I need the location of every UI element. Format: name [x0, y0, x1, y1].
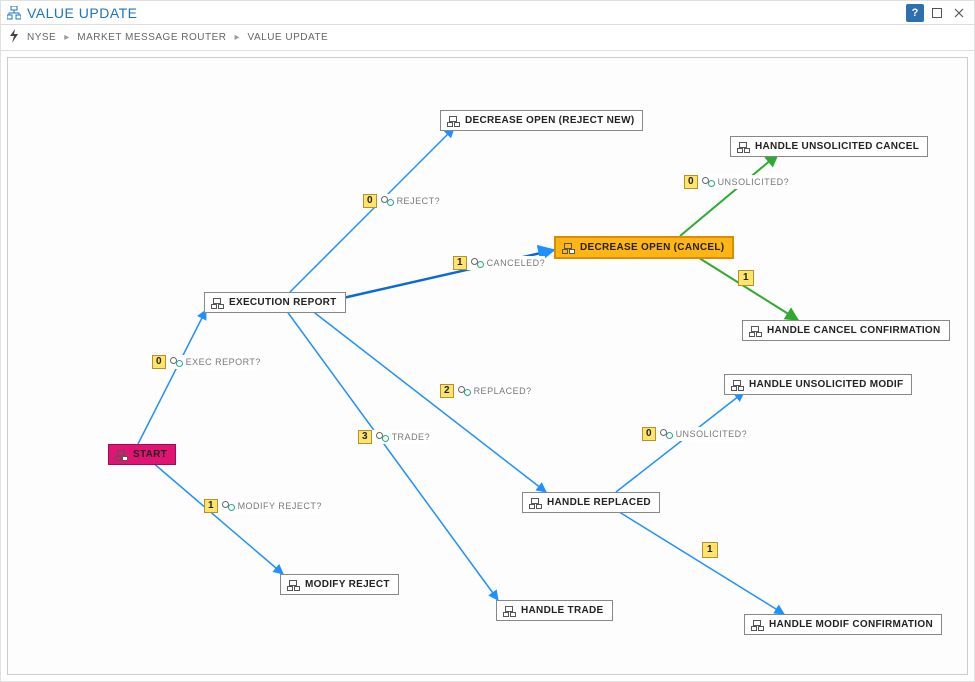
edge-label-reject[interactable]: 0 REJECT? — [363, 194, 440, 208]
node-icon — [211, 298, 223, 308]
edge-text: REJECT? — [397, 196, 441, 206]
node-icon — [115, 450, 127, 460]
node-icon — [562, 243, 574, 253]
node-label: HANDLE TRADE — [521, 605, 604, 616]
edge-index: 1 — [453, 256, 467, 270]
gear-icon — [702, 177, 714, 187]
tree-icon — [7, 6, 21, 20]
edge-label-unsolicited-cancel[interactable]: 0 UNSOLICITED? — [684, 175, 789, 189]
diagram-canvas[interactable]: START EXECUTION REPORT DECREASE OPEN (RE… — [7, 57, 968, 675]
gear-icon — [381, 196, 393, 206]
node-label: EXECUTION REPORT — [229, 297, 337, 308]
close-button[interactable] — [950, 4, 968, 22]
node-handle-unsolicited-modif[interactable]: HANDLE UNSOLICITED MODIF — [724, 374, 912, 395]
chevron-right-icon: ▸ — [235, 32, 240, 43]
chevron-right-icon: ▸ — [64, 32, 69, 43]
edge-index: 3 — [358, 430, 372, 444]
node-handle-cancel-confirmation[interactable]: HANDLE CANCEL CONFIRMATION — [742, 320, 950, 341]
node-decrease-open-cancel[interactable]: DECREASE OPEN (CANCEL) — [554, 236, 734, 259]
edge-index: 1 — [738, 270, 754, 286]
node-label: MODIFY REJECT — [305, 579, 390, 590]
node-label: HANDLE UNSOLICITED CANCEL — [755, 141, 919, 152]
window-title: VALUE UPDATE — [27, 5, 138, 21]
edge-label-trade[interactable]: 3 TRADE? — [358, 430, 430, 444]
gear-icon — [458, 386, 470, 396]
node-icon — [287, 580, 299, 590]
help-button[interactable]: ? — [906, 4, 924, 22]
edge-label-unsolicited-modif[interactable]: 0 UNSOLICITED? — [642, 427, 747, 441]
edge-text: UNSOLICITED? — [718, 177, 790, 187]
node-icon — [731, 380, 743, 390]
window-header: VALUE UPDATE ? — [1, 1, 974, 25]
gear-icon — [170, 357, 182, 367]
node-handle-modif-confirmation[interactable]: HANDLE MODIF CONFIRMATION — [744, 614, 942, 635]
breadcrumb-item[interactable]: NYSE — [27, 32, 56, 43]
node-handle-trade[interactable]: HANDLE TRADE — [496, 600, 613, 621]
edge-label-replaced[interactable]: 2 REPLACED? — [440, 384, 532, 398]
node-label: START — [133, 449, 167, 460]
breadcrumb-item[interactable]: VALUE UPDATE — [248, 32, 329, 43]
node-execution-report[interactable]: EXECUTION REPORT — [204, 292, 346, 313]
node-handle-unsolicited-cancel[interactable]: HANDLE UNSOLICITED CANCEL — [730, 136, 928, 157]
node-label: HANDLE UNSOLICITED MODIF — [749, 379, 903, 390]
node-handle-replaced[interactable]: HANDLE REPLACED — [522, 492, 660, 513]
gear-icon — [471, 258, 483, 268]
bolt-icon — [9, 29, 19, 46]
edge-text: CANCELED? — [487, 258, 546, 268]
edge-text: EXEC REPORT? — [186, 357, 261, 367]
node-icon — [749, 326, 761, 336]
edge-index: 0 — [363, 194, 377, 208]
gear-icon — [376, 432, 388, 442]
edge-text: TRADE? — [392, 432, 431, 442]
edge-label-cancel-conf[interactable]: 1 — [738, 270, 754, 286]
maximize-button[interactable] — [928, 4, 946, 22]
node-label: DECREASE OPEN (CANCEL) — [580, 242, 724, 253]
edge-label-modif-conf[interactable]: 1 — [702, 542, 718, 558]
edge-index: 2 — [440, 384, 454, 398]
edge-text: MODIFY REJECT? — [238, 501, 322, 511]
node-start[interactable]: START — [108, 444, 176, 465]
edge-text: REPLACED? — [474, 386, 532, 396]
node-label: DECREASE OPEN (REJECT NEW) — [465, 115, 634, 126]
gear-icon — [660, 429, 672, 439]
node-label: HANDLE CANCEL CONFIRMATION — [767, 325, 941, 336]
gear-icon — [222, 501, 234, 511]
breadcrumb: NYSE ▸ MARKET MESSAGE ROUTER ▸ VALUE UPD… — [1, 25, 974, 51]
edge-index: 1 — [702, 542, 718, 558]
edge-index: 0 — [642, 427, 656, 441]
node-icon — [737, 142, 749, 152]
node-label: HANDLE REPLACED — [547, 497, 651, 508]
node-decrease-open-reject[interactable]: DECREASE OPEN (REJECT NEW) — [440, 110, 643, 131]
node-label: HANDLE MODIF CONFIRMATION — [769, 619, 933, 630]
edge-index: 1 — [204, 499, 218, 513]
node-icon — [503, 606, 515, 616]
node-icon — [529, 498, 541, 508]
edge-index: 0 — [684, 175, 698, 189]
node-icon — [751, 620, 763, 630]
node-modify-reject[interactable]: MODIFY REJECT — [280, 574, 399, 595]
edge-label-canceled[interactable]: 1 CANCELED? — [453, 256, 545, 270]
breadcrumb-item[interactable]: MARKET MESSAGE ROUTER — [77, 32, 226, 43]
node-icon — [447, 116, 459, 126]
edge-label-modify-reject[interactable]: 1 MODIFY REJECT? — [204, 499, 322, 513]
edge-index: 0 — [152, 355, 166, 369]
edge-label-exec-report[interactable]: 0 EXEC REPORT? — [152, 355, 261, 369]
edge-text: UNSOLICITED? — [676, 429, 748, 439]
